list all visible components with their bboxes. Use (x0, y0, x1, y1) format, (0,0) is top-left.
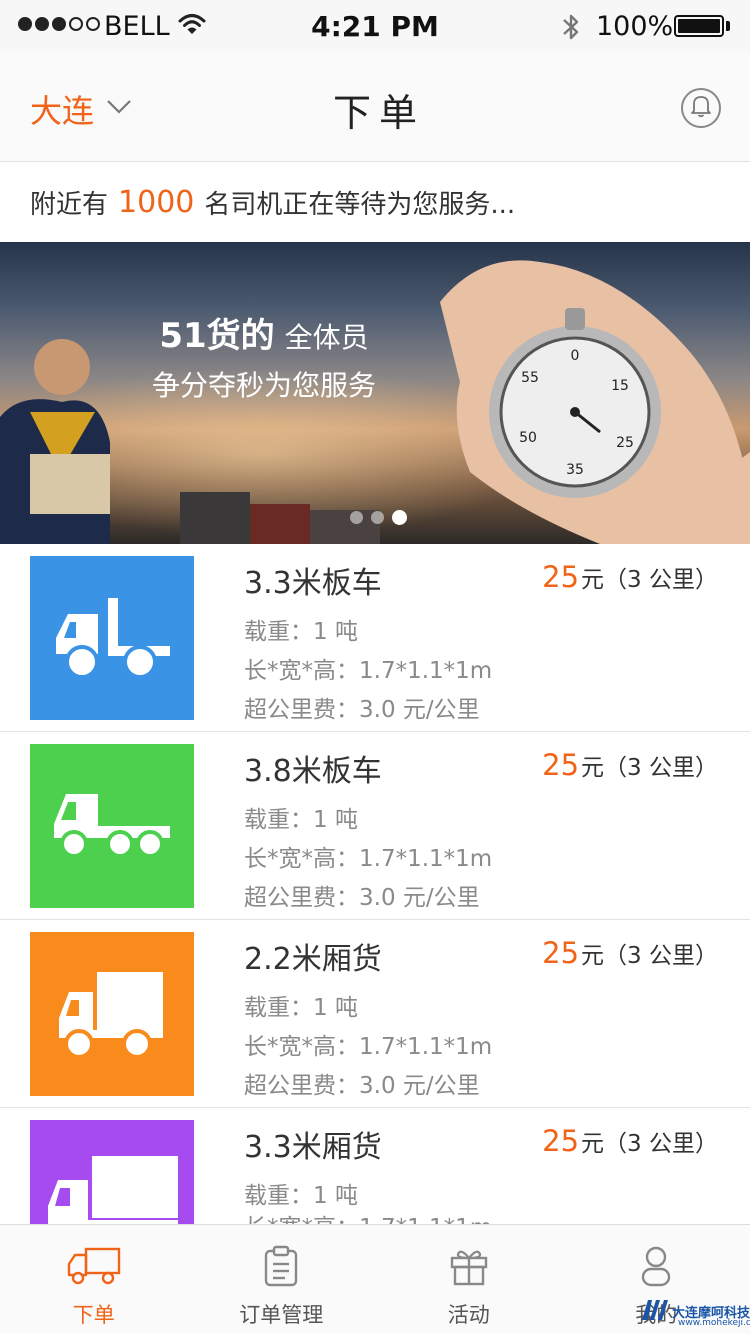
extra-distance-fee: 超公里费：3.0 元/公里 (244, 697, 480, 723)
watermark-logo-icon (640, 1296, 670, 1326)
flatbed-truck-icon (30, 556, 194, 720)
driver-count: 1000 (118, 184, 195, 220)
tab-bar: 下单 订单管理 活动 我的 (0, 1224, 750, 1334)
banner-dot[interactable] (350, 511, 363, 524)
nav-bar: 大连 下单 (0, 52, 750, 162)
tractor-truck-icon (30, 744, 194, 908)
price-amount: 25 (542, 560, 580, 594)
svg-text:15: 15 (611, 378, 629, 394)
banner-dot[interactable] (371, 511, 384, 524)
gift-icon (449, 1245, 489, 1287)
truck-icon (66, 1245, 122, 1287)
tab-order[interactable]: 下单 (0, 1225, 188, 1334)
battery-icon (674, 15, 724, 37)
notice-prefix: 附近有 (30, 189, 109, 220)
vehicle-name: 3.8米板车 (244, 754, 382, 789)
price-unit: 元（3 公里） (581, 755, 718, 781)
watermark-url: www.mohekeji.com (678, 1318, 750, 1328)
banner-brand: 51货的 (159, 316, 275, 356)
tab-activities[interactable]: 活动 (375, 1225, 563, 1334)
vehicle-list: 3.3米板车 25元（3 公里） 载重：1 吨 长*宽*高：1.7*1.1*1m… (0, 544, 750, 1224)
notification-button[interactable] (681, 88, 721, 128)
tab-label: 下单 (72, 1303, 115, 1327)
dimensions: 长*宽*高：1.7*1.1*1m (244, 658, 493, 684)
banner-headline-text: 全体员 (284, 321, 369, 354)
large-box-truck-icon (30, 1120, 194, 1224)
box-truck-icon (30, 932, 194, 1096)
svg-text:25: 25 (616, 435, 634, 451)
price-amount: 25 (542, 1124, 580, 1158)
vehicle-price: 25元（3 公里） (542, 936, 718, 970)
vehicle-price: 25元（3 公里） (542, 748, 718, 782)
price-amount: 25 (542, 748, 580, 782)
vehicle-name: 3.3米厢货 (244, 1130, 382, 1165)
extra-distance-fee: 超公里费：3.0 元/公里 (244, 885, 480, 911)
banner-headline: 51货的 全体员 (0, 308, 528, 357)
tab-label: 活动 (447, 1303, 490, 1327)
extra-distance-fee: 超公里费：3.0 元/公里 (244, 1073, 480, 1099)
vehicle-price: 25元（3 公里） (542, 560, 718, 594)
vehicle-item[interactable]: 2.2米厢货 25元（3 公里） 载重：1 吨 长*宽*高：1.7*1.1*1m… (0, 920, 750, 1108)
vehicle-item[interactable]: 3.8米板车 25元（3 公里） 载重：1 吨 长*宽*高：1.7*1.1*1m… (0, 732, 750, 920)
price-unit: 元（3 公里） (581, 1131, 718, 1157)
vehicle-item[interactable]: 3.3米板车 25元（3 公里） 载重：1 吨 长*宽*高：1.7*1.1*1m… (0, 544, 750, 732)
nearby-drivers-notice: 附近有 1000 名司机正在等待为您服务... (0, 162, 750, 242)
load-capacity: 载重：1 吨 (244, 619, 358, 645)
notice-suffix: 名司机正在等待为您服务... (204, 189, 516, 220)
tab-order-management[interactable]: 订单管理 (188, 1225, 376, 1334)
vehicle-name: 3.3米板车 (244, 566, 382, 601)
price-amount: 25 (542, 936, 580, 970)
status-bar: BELL 4:21 PM 100% (0, 0, 750, 52)
bell-icon (690, 94, 712, 122)
battery-percent: 100% (596, 11, 674, 42)
load-capacity: 载重：1 吨 (244, 1183, 358, 1209)
svg-text:35: 35 (566, 462, 584, 478)
page-title: 下单 (332, 91, 425, 135)
tab-label: 订单管理 (239, 1303, 324, 1327)
vehicle-price: 25元（3 公里） (542, 1124, 718, 1158)
bluetooth-icon (560, 12, 582, 46)
user-icon (640, 1245, 672, 1287)
price-unit: 元（3 公里） (581, 567, 718, 593)
dimensions: 长*宽*高：1.7*1.1*1m (244, 1034, 493, 1060)
dimensions: 长*宽*高：1.7*1.1*1m (244, 1208, 492, 1224)
banner-dot-active[interactable] (392, 510, 407, 525)
clipboard-icon (263, 1245, 299, 1287)
dimensions: 长*宽*高：1.7*1.1*1m (244, 846, 493, 872)
banner-pagination (350, 510, 407, 525)
battery-tip (726, 21, 730, 31)
vehicle-name: 2.2米厢货 (244, 942, 382, 977)
load-capacity: 载重：1 吨 (244, 995, 358, 1021)
vehicle-item[interactable]: 3.3米厢货 25元（3 公里） 载重：1 吨 长*宽*高：1.7*1.1*1m (0, 1108, 750, 1224)
promo-banner[interactable]: 0 15 25 35 50 55 51货的 全体员 争分夺秒为您服务 (0, 242, 750, 544)
svg-text:50: 50 (519, 430, 537, 446)
svg-text:0: 0 (571, 348, 580, 364)
price-unit: 元（3 公里） (581, 943, 718, 969)
banner-subline: 争分夺秒为您服务 (151, 369, 376, 402)
load-capacity: 载重：1 吨 (244, 807, 358, 833)
